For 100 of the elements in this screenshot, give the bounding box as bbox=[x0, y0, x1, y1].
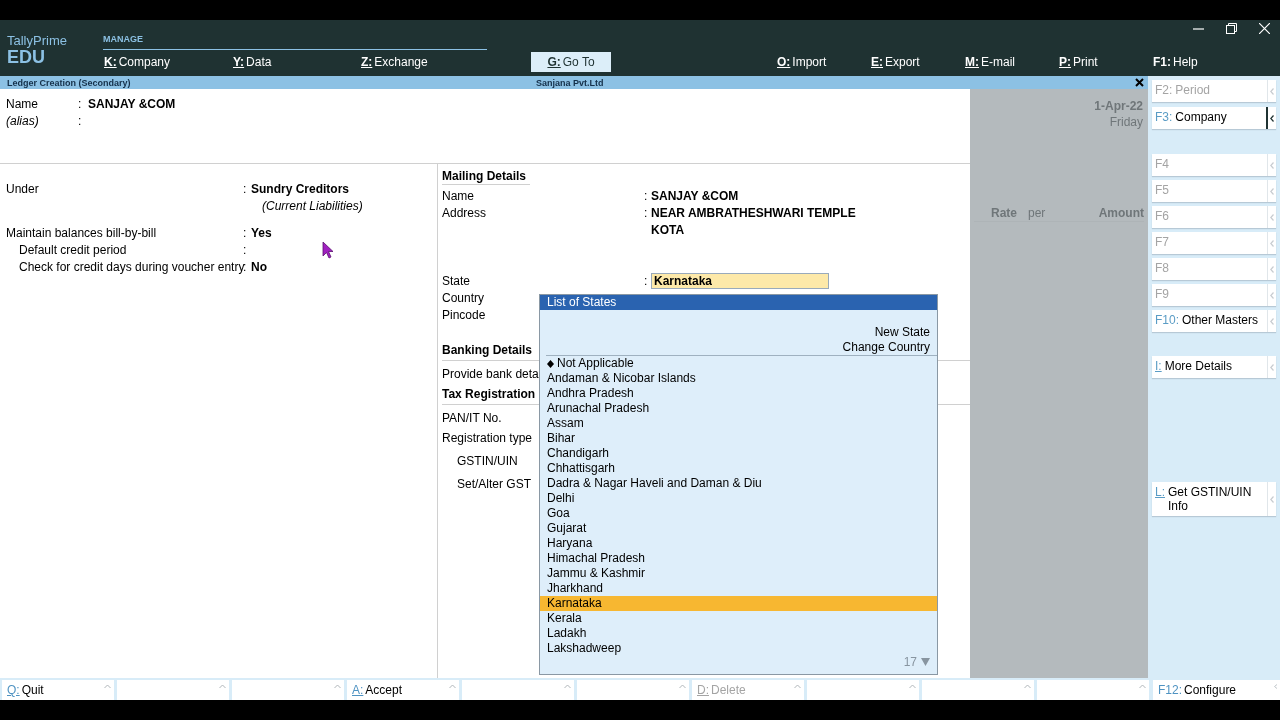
bottom-bar-button[interactable]: F12: Configure bbox=[1153, 680, 1280, 700]
restore-icon[interactable] bbox=[1226, 23, 1237, 34]
field-label: Maintain balances bill-by-bill bbox=[5, 225, 158, 240]
section-heading: Mailing Details bbox=[442, 168, 531, 185]
list-item[interactable]: Bihar bbox=[540, 431, 937, 446]
colon: : bbox=[243, 242, 248, 257]
list-item[interactable]: Andaman & Nicobar Islands bbox=[540, 371, 937, 386]
colon: : bbox=[644, 188, 649, 203]
function-button[interactable]: F3: Company bbox=[1152, 107, 1276, 129]
field-label: Registration type bbox=[442, 430, 533, 445]
colon: : bbox=[644, 273, 649, 288]
list-item[interactable]: Jammu & Kashmir bbox=[540, 566, 937, 581]
function-button[interactable]: I: More Details bbox=[1152, 356, 1276, 378]
list-item[interactable]: Arunachal Pradesh bbox=[540, 401, 937, 416]
section-label: MANAGE bbox=[103, 34, 143, 44]
bottom-bar-button[interactable]: Q: Quit bbox=[2, 680, 114, 700]
field-value: SANJAY &COM bbox=[651, 188, 739, 203]
column-header: Amount bbox=[1098, 206, 1144, 220]
colon: : bbox=[243, 225, 248, 240]
function-button[interactable]: L: Get GSTIN/UIN Info bbox=[1152, 482, 1276, 516]
list-item[interactable]: Delhi bbox=[540, 491, 937, 506]
close-icon[interactable] bbox=[1135, 78, 1144, 87]
list-item[interactable]: Gujarat bbox=[540, 521, 937, 536]
field-label: Provide bank deta bbox=[442, 366, 539, 381]
column-header: per bbox=[1028, 206, 1046, 220]
chevron-icon bbox=[1270, 265, 1274, 273]
menu-button[interactable]: P: Print bbox=[1053, 52, 1104, 72]
down-arrow-icon[interactable] bbox=[921, 658, 930, 666]
field-label: GSTIN/UIN bbox=[456, 453, 518, 468]
list-item[interactable]: Lakshadweep bbox=[540, 641, 937, 656]
bottom-bar-button: D: Delete bbox=[692, 680, 804, 700]
caret-icon bbox=[564, 684, 571, 689]
list-item[interactable]: Dadra & Nagar Haveli and Daman & Diu bbox=[540, 476, 937, 491]
colon: : bbox=[78, 113, 83, 128]
section-heading: Tax Registration bbox=[442, 387, 536, 401]
chevron-icon bbox=[1270, 495, 1274, 503]
list-item[interactable]: Himachal Pradesh bbox=[540, 551, 937, 566]
chevron-icon bbox=[1270, 363, 1274, 371]
list-item[interactable]: Jharkhand bbox=[540, 581, 937, 596]
menu-button[interactable]: E: Export bbox=[865, 52, 926, 72]
list-action[interactable]: Change Country bbox=[842, 340, 930, 355]
chevron-icon bbox=[1270, 213, 1274, 221]
state-field[interactable]: Karnataka bbox=[651, 272, 829, 289]
list-item[interactable]: Not Applicable bbox=[540, 356, 937, 371]
function-button: F2: Period bbox=[1152, 80, 1276, 102]
field-label: Pincode bbox=[442, 307, 486, 322]
menu-button[interactable]: F1: Help bbox=[1147, 52, 1204, 72]
list-item[interactable]: Chhattisgarh bbox=[540, 461, 937, 476]
chevron-icon bbox=[1270, 187, 1274, 195]
caret-icon bbox=[1139, 684, 1146, 689]
caret-icon bbox=[794, 684, 801, 689]
field-label: PAN/IT No. bbox=[442, 410, 502, 425]
function-button[interactable]: F10: Other Masters bbox=[1152, 310, 1276, 332]
list-item[interactable]: Ladakh bbox=[540, 626, 937, 641]
field-value: KOTA bbox=[651, 222, 685, 237]
field-value: No bbox=[251, 259, 267, 274]
list-item[interactable]: Andhra Pradesh bbox=[540, 386, 937, 401]
chevron-icon bbox=[1270, 239, 1274, 247]
bottom-bar-button[interactable]: A: Accept bbox=[347, 680, 459, 700]
caret-icon bbox=[219, 684, 226, 689]
caret-icon bbox=[679, 684, 686, 689]
field-label: Under bbox=[5, 181, 40, 196]
colon: : bbox=[644, 205, 649, 220]
chevron-icon bbox=[1270, 87, 1274, 95]
field-value: Sundry Creditors bbox=[251, 181, 349, 196]
mouse-pointer-icon bbox=[322, 241, 334, 259]
list-item[interactable]: Karnataka bbox=[540, 596, 937, 611]
menu-button[interactable]: K: Company bbox=[98, 52, 177, 72]
edition-label: EDU bbox=[7, 48, 45, 66]
field-label: Check for credit days during voucher entry bbox=[18, 259, 243, 274]
menu-button[interactable]: G: Go To bbox=[531, 52, 611, 72]
menu-button[interactable]: Y: Data bbox=[227, 52, 278, 72]
list-item[interactable]: Goa bbox=[540, 506, 937, 521]
chevron-icon bbox=[1270, 114, 1274, 122]
field-label: Set/Alter GST bbox=[456, 476, 532, 491]
field-value: Yes bbox=[251, 225, 272, 240]
function-button: F8 bbox=[1152, 258, 1276, 280]
colon: : bbox=[243, 259, 248, 274]
field-label: Address bbox=[442, 205, 487, 220]
menu-button[interactable]: M: E-mail bbox=[959, 52, 1021, 72]
item-count: 17 bbox=[903, 655, 917, 669]
colon: : bbox=[78, 96, 83, 111]
company-name: Sanjana Pvt.Ltd bbox=[536, 77, 604, 88]
list-item[interactable]: Assam bbox=[540, 416, 937, 431]
list-title: List of States bbox=[540, 295, 937, 310]
menu-button[interactable]: Z: Exchange bbox=[355, 52, 434, 72]
diamond-icon bbox=[547, 359, 554, 368]
list-action[interactable]: New State bbox=[874, 325, 930, 340]
caret-icon bbox=[1024, 684, 1031, 689]
field-label: (alias) bbox=[6, 113, 40, 128]
chevron-icon bbox=[1270, 317, 1274, 325]
section-heading: Banking Details bbox=[442, 343, 533, 357]
app-name: TallyPrime bbox=[7, 33, 67, 48]
list-item[interactable]: Chandigarh bbox=[540, 446, 937, 461]
ledger-name: SANJAY &COM bbox=[88, 96, 176, 111]
colon: : bbox=[243, 181, 248, 196]
list-item[interactable]: Kerala bbox=[540, 611, 937, 626]
chevron-icon bbox=[1270, 291, 1274, 299]
list-item[interactable]: Haryana bbox=[540, 536, 937, 551]
menu-button[interactable]: O: Import bbox=[771, 52, 833, 72]
